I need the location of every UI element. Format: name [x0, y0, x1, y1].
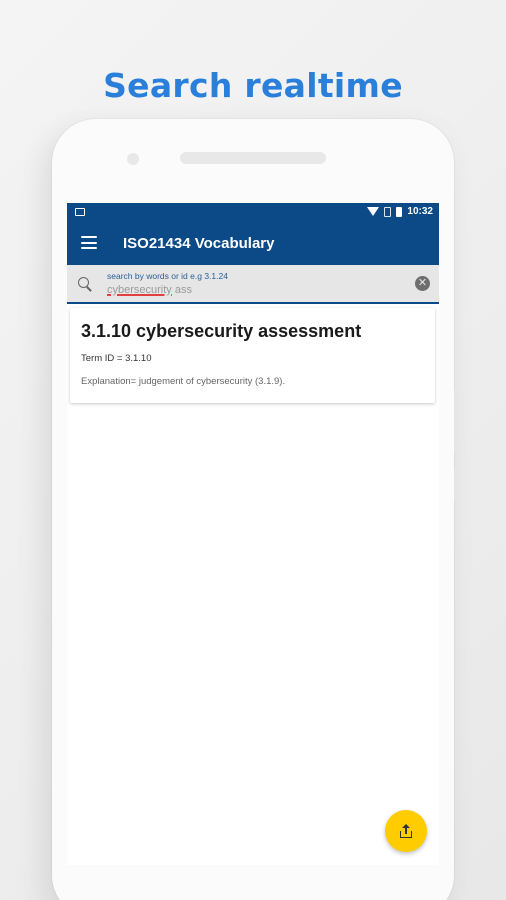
status-time: 10:32 — [407, 206, 433, 217]
app-screen: 10:32 ISO21434 Vocabulary search by word… — [67, 203, 439, 865]
wifi-icon — [367, 207, 380, 216]
earpiece-speaker — [180, 152, 326, 164]
front-camera — [127, 153, 139, 165]
battery-icon — [396, 206, 403, 217]
search-value-word: ass — [174, 284, 192, 296]
toolbar-title: ISO21434 Vocabulary — [123, 235, 275, 252]
result-card[interactable]: 3.1.10 cybersecurity assessment Term ID … — [70, 308, 435, 403]
phone-side-button — [454, 470, 458, 500]
share-icon — [400, 824, 412, 838]
result-explanation: Explanation= judgement of cybersecurity … — [81, 376, 286, 387]
search-input[interactable]: search by words or id e.g 3.1.24 cyberse… — [67, 265, 439, 304]
result-term-id: Term ID = 3.1.10 — [81, 353, 152, 364]
search-hint: search by words or id e.g 3.1.24 — [107, 271, 228, 281]
search-value[interactable]: cybersecurity ass — [107, 284, 192, 296]
clear-icon[interactable]: ✕ — [415, 276, 430, 291]
search-value-word: cybersecurity — [107, 284, 172, 296]
screenshot-icon — [75, 208, 85, 216]
search-icon — [78, 277, 89, 288]
promo-headline: Search realtime — [103, 66, 403, 105]
phone-frame: 10:32 ISO21434 Vocabulary search by word… — [52, 119, 454, 900]
app-toolbar: ISO21434 Vocabulary — [67, 222, 439, 265]
share-button[interactable] — [385, 810, 427, 852]
status-icons: 10:32 — [367, 206, 433, 217]
status-bar: 10:32 — [67, 203, 439, 222]
menu-icon[interactable] — [81, 236, 97, 249]
result-title: 3.1.10 cybersecurity assessment — [81, 321, 362, 341]
no-sim-icon — [384, 206, 392, 217]
phone-side-button — [454, 390, 458, 452]
